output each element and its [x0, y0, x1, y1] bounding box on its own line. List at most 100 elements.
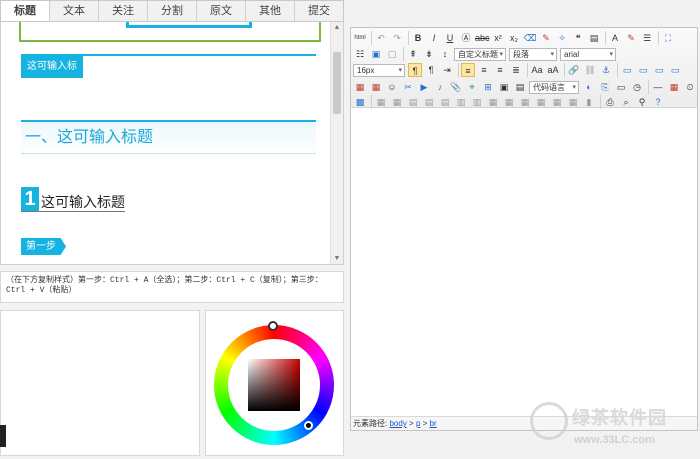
path-item-body[interactable]: body: [389, 419, 406, 428]
saturation-value-square[interactable]: [248, 359, 300, 411]
split-cells-icon[interactable]: ▦: [534, 95, 548, 109]
tab-other[interactable]: 其他: [246, 1, 295, 21]
tab-original[interactable]: 原文: [197, 1, 246, 21]
web-icon[interactable]: ◐: [582, 80, 596, 94]
title-style2-sample[interactable]: 一、这可输入标题: [21, 120, 316, 154]
background-icon[interactable]: ▭: [614, 80, 628, 94]
title-style3-sample[interactable]: 1 这可输入标题: [21, 187, 125, 212]
scroll-up-arrow-icon[interactable]: ▲: [331, 22, 343, 34]
image-center-icon[interactable]: ▭: [668, 63, 682, 77]
format-eraser-icon[interactable]: ⌫: [523, 31, 537, 45]
image-left-icon[interactable]: ▭: [636, 63, 650, 77]
lowercase-icon[interactable]: aA: [546, 63, 560, 77]
italic-button[interactable]: I: [427, 31, 441, 45]
merge-right-icon[interactable]: ▦: [502, 95, 516, 109]
tab-submit[interactable]: 提交: [295, 1, 343, 21]
align-right-icon[interactable]: ≡: [493, 63, 507, 77]
align-justify-icon[interactable]: ≣: [509, 63, 523, 77]
select-all-icon[interactable]: ▣: [369, 47, 383, 61]
preview-scrollbar[interactable]: ▲ ▼: [330, 22, 343, 264]
superscript-icon[interactable]: x²: [491, 31, 505, 45]
row-spacing-top-icon[interactable]: ⇞: [406, 47, 420, 61]
font-border-icon[interactable]: Ⓐ: [459, 31, 473, 45]
title-style1-sample[interactable]: 这可输入标题: [21, 56, 83, 94]
split-cols-icon[interactable]: ▦: [566, 95, 580, 109]
align-center-icon[interactable]: ≡: [477, 63, 491, 77]
screenshot-icon[interactable]: ✂: [401, 80, 415, 94]
time-icon[interactable]: ◷: [630, 80, 644, 94]
html-source-button[interactable]: html: [353, 31, 367, 45]
frame-style-sample[interactable]: [19, 22, 321, 42]
insert-row-icon[interactable]: ▤: [422, 95, 436, 109]
print-icon[interactable]: ⎙: [603, 95, 617, 109]
hue-handle[interactable]: [268, 321, 278, 331]
ltr-direction-icon[interactable]: ¶: [408, 63, 422, 77]
pasteplain-icon[interactable]: ▤: [587, 31, 601, 45]
ordered-list-icon[interactable]: ☰: [640, 31, 654, 45]
scrollbar-thumb[interactable]: [333, 52, 341, 114]
scroll-down-arrow-icon[interactable]: ▼: [331, 253, 343, 264]
fullscreen-icon[interactable]: ⛶: [661, 31, 675, 45]
tab-divider[interactable]: 分割: [148, 1, 197, 21]
row-spacing-bottom-icon[interactable]: ⇟: [422, 47, 436, 61]
horizontal-rule-icon[interactable]: —: [651, 80, 665, 94]
rtl-direction-icon[interactable]: ¶: [424, 63, 438, 77]
insert-col-icon[interactable]: ▥: [454, 95, 468, 109]
code-language-select[interactable]: 代码语言: [529, 80, 579, 94]
music-icon[interactable]: ♪: [433, 80, 447, 94]
indent-icon[interactable]: ⇥: [440, 63, 454, 77]
path-item-br[interactable]: br: [430, 419, 437, 428]
bold-button[interactable]: B: [411, 31, 425, 45]
strikethrough-icon[interactable]: abc: [475, 31, 490, 45]
chart-icon[interactable]: ▮: [582, 95, 596, 109]
gmap-icon[interactable]: ⊞: [481, 80, 495, 94]
tab-title[interactable]: 标题: [1, 1, 50, 21]
image-right-icon[interactable]: ▭: [652, 63, 666, 77]
insert-table-icon[interactable]: ▦: [374, 95, 388, 109]
highlight-color-icon[interactable]: ✎: [624, 31, 638, 45]
format-brush-icon[interactable]: ✎: [539, 31, 553, 45]
delete-table-icon[interactable]: ▦: [390, 95, 404, 109]
editor-content-area[interactable]: [351, 109, 697, 417]
video-icon[interactable]: ▶: [417, 80, 431, 94]
split-rows-icon[interactable]: ▦: [550, 95, 564, 109]
merge-cells-icon[interactable]: ▦: [486, 95, 500, 109]
underline-button[interactable]: U: [443, 31, 457, 45]
link-icon[interactable]: 🔗: [567, 63, 581, 77]
blockquote-icon[interactable]: ❝: [571, 31, 585, 45]
line-height-icon[interactable]: ↕: [438, 47, 452, 61]
date-icon[interactable]: ▦: [667, 80, 681, 94]
clear-doc-icon[interactable]: ▢: [385, 47, 399, 61]
code-icon[interactable]: ▤: [513, 80, 527, 94]
multi-image-icon[interactable]: ▦: [369, 80, 383, 94]
insert-frame-icon[interactable]: ▣: [497, 80, 511, 94]
delete-col-icon[interactable]: ▥: [470, 95, 484, 109]
auto-format-icon[interactable]: ✧: [555, 31, 569, 45]
font-family-select[interactable]: arial: [560, 47, 616, 61]
unlink-icon[interactable]: ⛓: [583, 63, 597, 77]
font-size-select[interactable]: 16px: [353, 63, 405, 77]
tab-follow[interactable]: 关注: [99, 1, 148, 21]
insert-paragraph-icon[interactable]: ▤: [406, 95, 420, 109]
page-break-icon[interactable]: ⎘: [598, 80, 612, 94]
help-icon[interactable]: ?: [651, 95, 665, 109]
hue-wheel[interactable]: [214, 321, 334, 445]
delete-row-icon[interactable]: ▤: [438, 95, 452, 109]
search-replace-icon[interactable]: ⚲: [635, 95, 649, 109]
unordered-list-icon[interactable]: ☷: [353, 47, 367, 61]
anchor-icon[interactable]: ⚓: [599, 63, 613, 77]
paragraph-select[interactable]: 段落: [509, 47, 557, 61]
image-icon[interactable]: ▦: [353, 80, 367, 94]
font-color-button[interactable]: A: [608, 31, 622, 45]
emotion-icon[interactable]: ☺: [385, 80, 399, 94]
undo-icon[interactable]: ↶: [374, 31, 388, 45]
uppercase-icon[interactable]: Aa: [530, 63, 544, 77]
custom-title-select[interactable]: 自定义标题: [454, 47, 506, 61]
tab-text[interactable]: 文本: [50, 1, 99, 21]
clock-icon[interactable]: ⏲: [683, 80, 697, 94]
preview-icon[interactable]: ⌕: [619, 95, 633, 109]
step-label-sample[interactable]: 第一步: [21, 238, 66, 255]
align-left-icon[interactable]: ≡: [461, 63, 475, 77]
map-icon[interactable]: ⌖: [465, 80, 479, 94]
merge-down-icon[interactable]: ▦: [518, 95, 532, 109]
